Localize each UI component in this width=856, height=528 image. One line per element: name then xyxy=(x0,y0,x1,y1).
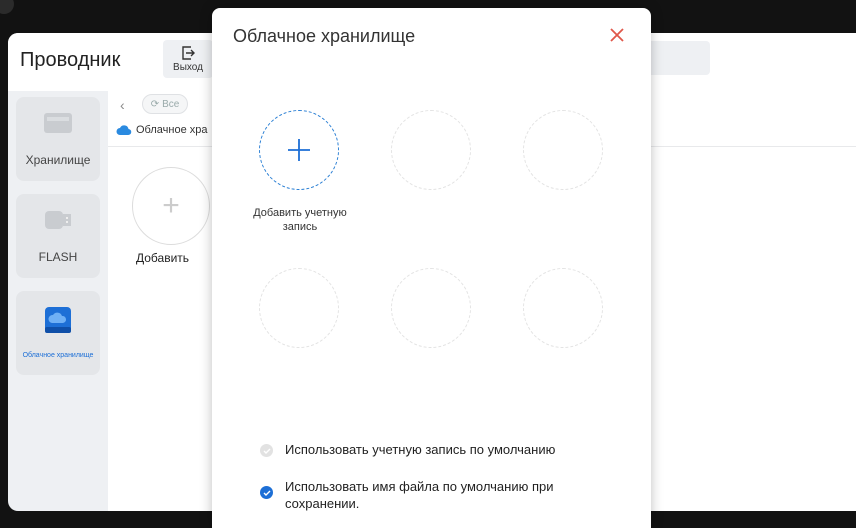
filter-all-label: Все xyxy=(162,98,180,110)
exit-button[interactable]: Выход xyxy=(163,40,213,78)
add-account-label: Добавить учетную запись xyxy=(253,207,347,233)
add-account-tile[interactable]: + xyxy=(132,167,210,245)
dialog-title: Облачное хранилище xyxy=(233,26,416,46)
cloud-storage-icon xyxy=(45,307,71,333)
refresh-icon: ⟳ xyxy=(150,98,160,110)
flash-drive-icon xyxy=(45,211,71,229)
plus-icon: + xyxy=(162,189,180,222)
empty-account-slot xyxy=(259,268,339,348)
breadcrumb-label: Облачное хра xyxy=(136,124,208,136)
breadcrumb[interactable]: Облачное хра xyxy=(116,123,208,137)
back-icon[interactable]: ‹ xyxy=(120,97,125,113)
plus-icon xyxy=(288,139,310,161)
sidebar-item-label: Хранилище xyxy=(25,153,91,167)
option-label: Использовать учетную запись по умолчанию xyxy=(285,442,556,457)
close-icon[interactable] xyxy=(606,24,628,46)
checkbox-unchecked-icon[interactable] xyxy=(260,444,273,457)
cloud-icon xyxy=(116,125,132,136)
cloud-storage-dialog: Облачное хранилище Добавить учетную запи… xyxy=(212,8,651,528)
add-tile-label: Добавить xyxy=(136,251,190,265)
screen-corner xyxy=(0,0,14,14)
sidebar-item-storage[interactable]: Хранилище xyxy=(16,97,100,181)
empty-account-slot xyxy=(391,268,471,348)
sidebar-item-cloud[interactable]: Облачное хранилище xyxy=(16,291,100,375)
sidebar-item-label: Облачное хранилище xyxy=(22,352,94,359)
empty-account-slot xyxy=(523,110,603,190)
sidebar-item-label: FLASH xyxy=(38,250,78,264)
default-filename-option[interactable]: Использовать имя файла по умолчанию при … xyxy=(260,478,625,512)
filter-all-button[interactable]: ⟳ Все xyxy=(142,94,188,114)
storage-icon xyxy=(44,113,72,133)
checkbox-checked-icon[interactable] xyxy=(260,486,273,499)
add-account-button[interactable] xyxy=(259,110,339,190)
empty-account-slot xyxy=(523,268,603,348)
empty-account-slot xyxy=(391,110,471,190)
sidebar-item-flash[interactable]: FLASH xyxy=(16,194,100,278)
app-title: Проводник xyxy=(20,49,121,71)
option-label: Использовать имя файла по умолчанию при … xyxy=(285,479,554,511)
default-account-option[interactable]: Использовать учетную запись по умолчанию xyxy=(260,441,625,458)
exit-label: Выход xyxy=(173,61,203,73)
exit-icon xyxy=(182,45,195,60)
